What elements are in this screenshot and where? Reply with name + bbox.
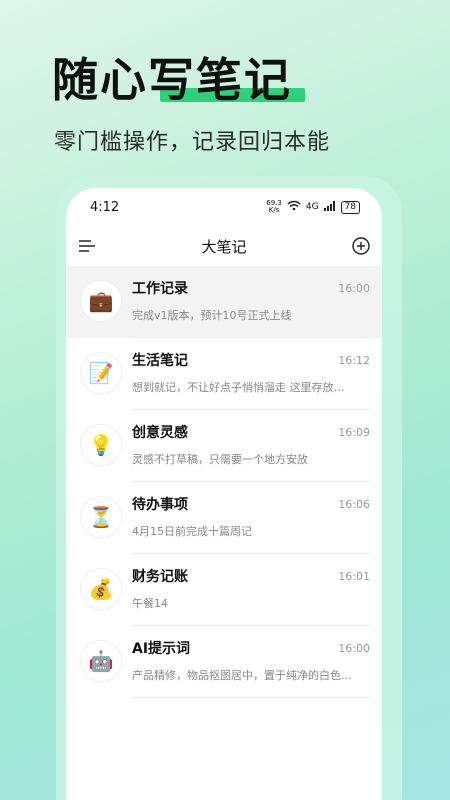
status-time: 4:12 [90,199,120,215]
hero-title: 随心写笔记 [52,53,292,107]
note-title: 工作记录 [132,281,188,297]
note-item[interactable]: 💼 工作记录 16:00 完成v1版本，预计10号正式上线 [66,266,382,338]
note-preview: 4月15日前完成十篇周记 [132,525,252,538]
note-preview: 灵感不打草稿，只需要一个地方安放 [132,453,308,466]
battery-level: 78 [344,201,356,212]
note-time: 16:00 [338,641,370,655]
network-speed: 69.3 K/s [266,200,282,214]
status-indicators: 69.3 K/s 4G 78 [266,200,360,214]
money-bag-icon: 💰 [80,568,122,610]
network-speed-unit: K/s [268,206,280,214]
note-body: 生活笔记 16:12 想到就记，不让好点子悄悄溜走 这里存放… [132,350,370,395]
note-preview: 想到就记，不让好点子悄悄溜走 这里存放… [132,381,345,394]
note-item[interactable]: 💡 创意灵感 16:09 灵感不打草稿，只需要一个地方安放 [66,410,382,482]
note-title: 生活笔记 [132,353,188,369]
hero-subtitle: 零门槛操作，记录回归本能 [54,130,331,155]
status-bar: 4:12 69.3 K/s 4G 78 [66,188,382,226]
note-header: 待办事项 16:06 [132,494,370,514]
note-title: AI提示词 [132,641,191,657]
note-body: 财务记账 16:01 午餐14 [132,566,370,611]
note-time: 16:12 [338,353,370,367]
add-note-icon[interactable] [352,237,370,255]
note-header: 财务记账 16:01 [132,566,370,586]
note-time: 16:01 [338,569,370,583]
hourglass-icon: ⏳ [80,496,122,538]
note-title: 财务记账 [132,569,188,585]
note-time: 16:06 [338,497,370,511]
phone-screen: 4:12 69.3 K/s 4G 78 大笔记 💼 工作记录 16:00 完成v… [66,188,382,800]
note-item[interactable]: 🤖 AI提示词 16:00 产品精修，物品抠图居中，置于纯净的白色… [66,626,382,698]
note-header: 创意灵感 16:09 [132,422,370,442]
battery-icon: 78 [340,200,360,214]
note-title: 创意灵感 [132,425,188,441]
menu-icon[interactable] [78,239,96,253]
robot-icon: 🤖 [80,640,122,682]
app-title: 大笔记 [201,237,247,256]
note-list: 💼 工作记录 16:00 完成v1版本，预计10号正式上线 📝 生活笔记 16:… [66,266,382,698]
note-preview: 完成v1版本，预计10号正式上线 [132,309,292,322]
note-title: 待办事项 [132,497,188,513]
note-header: AI提示词 16:00 [132,638,370,658]
note-time: 16:00 [338,281,370,295]
network-type: 4G [305,202,319,212]
note-item[interactable]: 📝 生活笔记 16:12 想到就记，不让好点子悄悄溜走 这里存放… [66,338,382,410]
note-header: 工作记录 16:00 [132,278,370,298]
note-body: AI提示词 16:00 产品精修，物品抠图居中，置于纯净的白色… [132,638,370,683]
lightbulb-icon: 💡 [80,424,122,466]
note-header: 生活笔记 16:12 [132,350,370,370]
note-time: 16:09 [338,425,370,439]
memo-icon: 📝 [80,352,122,394]
note-body: 创意灵感 16:09 灵感不打草稿，只需要一个地方安放 [132,422,370,467]
note-item[interactable]: ⏳ 待办事项 16:06 4月15日前完成十篇周记 [66,482,382,554]
note-body: 工作记录 16:00 完成v1版本，预计10号正式上线 [132,278,370,323]
note-preview: 午餐14 [132,597,168,610]
wifi-icon [287,200,301,214]
briefcase-icon: 💼 [80,280,122,322]
signal-icon [323,200,336,214]
note-preview: 产品精修，物品抠图居中，置于纯净的白色… [132,669,352,682]
app-header: 大笔记 [66,226,382,266]
note-item[interactable]: 💰 财务记账 16:01 午餐14 [66,554,382,626]
note-body: 待办事项 16:06 4月15日前完成十篇周记 [132,494,370,539]
